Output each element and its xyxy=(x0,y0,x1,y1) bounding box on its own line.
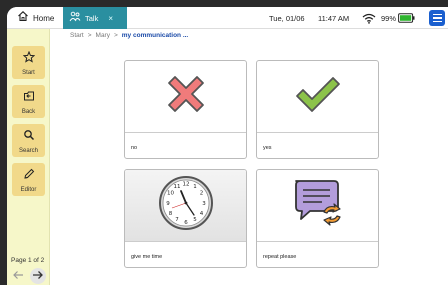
battery-icon xyxy=(398,7,415,29)
svg-text:8: 8 xyxy=(168,211,172,217)
menu-bar xyxy=(432,14,442,16)
sidebar-item-label: Search xyxy=(18,147,38,154)
svg-text:7: 7 xyxy=(175,217,179,223)
svg-text:3: 3 xyxy=(202,201,206,207)
arrow-left-icon xyxy=(12,267,24,285)
card-caption: repeat please xyxy=(257,241,378,267)
menu-bar xyxy=(432,20,442,22)
card-caption: no xyxy=(125,132,246,158)
sidebar-item-label: Editor xyxy=(20,186,37,193)
repeat-message-icon xyxy=(290,175,346,236)
battery-percent: 99% xyxy=(381,13,397,23)
svg-text:11: 11 xyxy=(173,184,180,190)
breadcrumb-item-start[interactable]: Start xyxy=(70,32,84,39)
time-text: 11:47 AM xyxy=(318,13,350,23)
home-tab[interactable]: Home xyxy=(7,7,62,29)
app-screen: Home Talk × Tue, 01/06 11:47 AM 99% Star… xyxy=(7,7,448,285)
cross-icon xyxy=(163,71,209,122)
breadcrumb: Start > Mary > my communication ... xyxy=(70,32,188,39)
card-give-me-time[interactable]: 12 1 2 345 678 9 10 11 give me time xyxy=(124,169,247,268)
clock-photo: 12 1 2 345 678 9 10 11 xyxy=(158,175,214,236)
sidebar-item-search[interactable]: Search xyxy=(12,124,45,157)
menu-bar xyxy=(432,17,442,19)
prev-page-button[interactable] xyxy=(11,269,25,283)
people-icon xyxy=(69,9,81,27)
svg-text:12: 12 xyxy=(182,182,189,188)
close-tab-icon[interactable]: × xyxy=(108,14,113,23)
card-image xyxy=(125,61,246,132)
svg-text:10: 10 xyxy=(167,191,174,197)
back-icon xyxy=(23,89,35,107)
sidebar-item-back[interactable]: Back xyxy=(12,85,45,118)
home-tab-label: Home xyxy=(33,13,55,23)
sidebar-item-editor[interactable]: Editor xyxy=(12,163,45,196)
pencil-icon xyxy=(23,167,35,185)
sidebar-item-start[interactable]: Start xyxy=(12,46,45,79)
card-image xyxy=(257,61,378,132)
home-icon xyxy=(17,9,29,27)
breadcrumb-separator: > xyxy=(87,32,92,39)
top-bar: Home Talk × Tue, 01/06 11:47 AM 99% xyxy=(7,7,448,29)
next-page-button[interactable] xyxy=(30,268,46,284)
date-text: Tue, 01/06 xyxy=(269,13,305,23)
svg-text:1: 1 xyxy=(193,184,197,190)
card-repeat-please[interactable]: repeat please xyxy=(256,169,379,268)
star-icon xyxy=(22,50,35,68)
talk-tab[interactable]: Talk × xyxy=(63,7,127,29)
svg-text:6: 6 xyxy=(184,220,188,226)
svg-text:5: 5 xyxy=(193,217,197,223)
breadcrumb-separator: > xyxy=(113,32,118,39)
breadcrumb-current: my communication ... xyxy=(121,32,189,39)
device-frame: Home Talk × Tue, 01/06 11:47 AM 99% Star… xyxy=(0,0,448,285)
search-icon xyxy=(23,128,35,146)
card-no[interactable]: no xyxy=(124,60,247,159)
sidebar-item-label: Start xyxy=(22,69,35,76)
svg-text:9: 9 xyxy=(166,201,170,207)
card-image: 12 1 2 345 678 9 10 11 xyxy=(125,170,246,241)
page-indicator: Page 1 of 2 xyxy=(11,257,45,264)
card-image xyxy=(257,170,378,241)
svg-text:4: 4 xyxy=(199,211,203,217)
sidebar-item-label: Back xyxy=(21,108,36,115)
talk-tab-label: Talk xyxy=(85,13,99,23)
wifi-icon xyxy=(362,7,376,29)
checkmark-icon xyxy=(293,73,343,120)
sidebar: Start Back Search Editor Page 1 of 2 xyxy=(7,29,50,285)
svg-text:2: 2 xyxy=(199,191,203,197)
card-caption: give me time xyxy=(125,241,246,267)
breadcrumb-item-mary[interactable]: Mary xyxy=(96,32,110,39)
card-caption: yes xyxy=(257,132,378,158)
arrow-right-icon xyxy=(32,267,44,285)
menu-button[interactable] xyxy=(429,10,445,26)
card-yes[interactable]: yes xyxy=(256,60,379,159)
